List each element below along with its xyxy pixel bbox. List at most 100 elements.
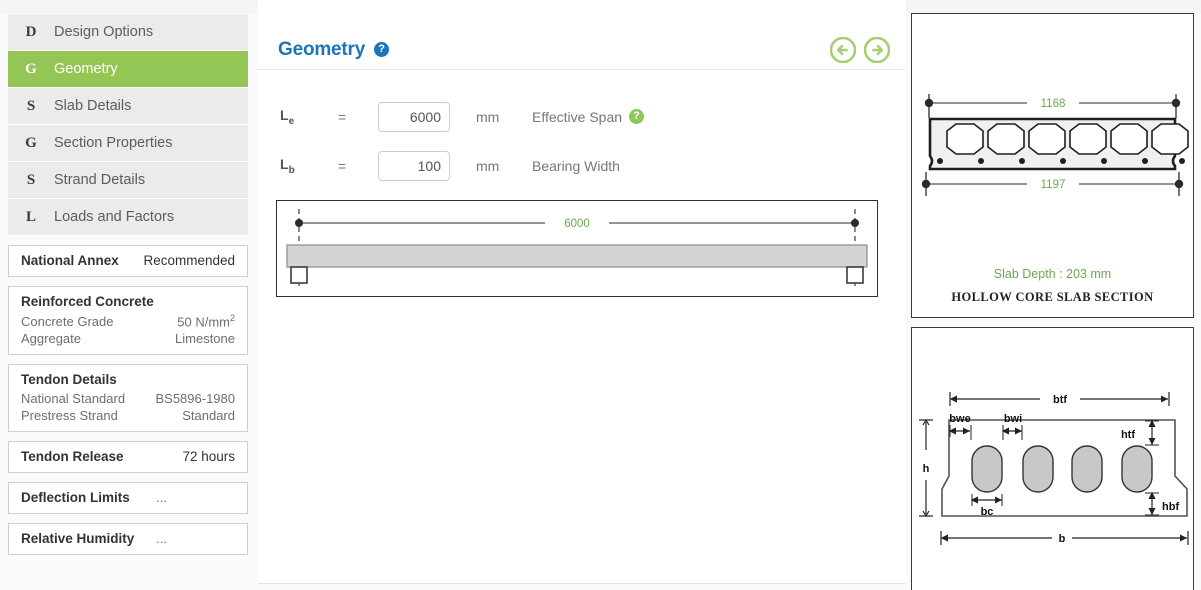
card-value: Recommended — [143, 253, 235, 268]
void — [1028, 123, 1066, 155]
card-value: ... — [156, 531, 167, 547]
beam-elevation-diagram: 6000 — [276, 200, 878, 297]
strand-dot — [1142, 158, 1148, 164]
card-title: Deflection Limits — [21, 490, 130, 506]
right-figures-column: 1168 1197 Slab Depth: 203 mm HOLLOW COR… — [911, 13, 1194, 590]
notation-diagram-svg: btf h bwe bwi bc htf hbf b — [919, 392, 1189, 545]
card-row-value: Standard — [182, 408, 235, 424]
void — [1022, 445, 1054, 493]
page-title: Geometry — [278, 38, 366, 60]
beam-elevation-svg: 6000 — [286, 209, 868, 289]
dim-dot-bottom-left — [921, 179, 931, 189]
bearing-width-input[interactable] — [378, 150, 450, 181]
field-description: Bearing Width — [532, 158, 620, 174]
card-row-key: Aggregate — [21, 331, 81, 347]
sidebar-item-label: Section Properties — [54, 135, 173, 151]
sidebar-item-section-properties[interactable]: G Section Properties — [8, 125, 248, 162]
label-bwe: bwe — [949, 413, 970, 425]
card-tendon-release[interactable]: Tendon Release 72 hours — [8, 441, 248, 474]
label-bc: bc — [981, 506, 994, 518]
dim-dot-top-right — [1171, 98, 1181, 108]
void — [1110, 123, 1148, 155]
notation-diagram-panel: btf h bwe bwi bc htf hbf b — [911, 327, 1194, 590]
card-value: ... — [156, 490, 167, 506]
top-dimension-label: 1168 — [1041, 98, 1066, 110]
card-value: 72 hours — [182, 449, 235, 465]
label-h: h — [923, 463, 930, 475]
sidebar-item-loads-and-factors[interactable]: L Loads and Factors — [8, 199, 248, 236]
card-row: National Standard BS5896-1980 — [21, 391, 235, 406]
sidebar-item-letter: L — [25, 208, 36, 225]
label-btf: btf — [1053, 394, 1067, 406]
arrow-right-circle-icon[interactable] — [864, 36, 890, 63]
field-symbol: Lb — [280, 155, 295, 176]
field-unit: mm — [476, 157, 500, 174]
card-row-value: 50 N/mm2 — [177, 313, 235, 330]
strand-dot — [1101, 158, 1107, 164]
void — [1121, 445, 1153, 493]
effective-span-input[interactable] — [378, 101, 450, 132]
void — [1069, 123, 1107, 155]
card-relative-humidity[interactable]: Relative Humidity ... — [8, 523, 248, 556]
sidebar-item-label: Design Options — [54, 24, 154, 40]
label-hbf: hbf — [1162, 501, 1179, 513]
hollow-core-slab-svg: 1168 1197 — [921, 94, 1189, 196]
sidebar-item-slab-details[interactable]: S Slab Details — [8, 88, 248, 125]
strand-dot — [1060, 158, 1066, 164]
card-row: Concrete Grade 50 N/mm2 — [21, 313, 235, 329]
label-b: b — [1059, 533, 1066, 545]
sidebar-item-strand-details[interactable]: S Strand Details — [8, 162, 248, 199]
card-deflection-limits[interactable]: Deflection Limits ... — [8, 482, 248, 515]
page-title-group: Geometry ? — [278, 38, 390, 61]
main-header: Geometry ? — [258, 0, 906, 70]
card-row: Prestress Strand Standard — [21, 408, 235, 423]
sidebar-item-label: Slab Details — [54, 98, 132, 114]
card-title: Reinforced Concrete — [21, 294, 154, 309]
sidebar-item-geometry[interactable]: G Geometry — [8, 51, 248, 88]
card-title: National Annex — [21, 253, 119, 268]
strand-dot — [978, 158, 984, 164]
strand-dot — [1019, 158, 1025, 164]
dim-dot-top-left — [924, 98, 934, 108]
void — [987, 123, 1025, 155]
help-circle-icon[interactable]: ? — [629, 109, 645, 124]
dimension-dot-left — [295, 219, 303, 227]
sidebar-item-letter: G — [25, 134, 37, 151]
sidebar-item-design-options[interactable]: D Design Options — [8, 14, 248, 51]
strand-dot — [937, 158, 943, 164]
sidebar-item-letter: S — [26, 97, 36, 114]
card-row-key: Prestress Strand — [21, 408, 118, 424]
field-row-bearing-width: Lb = mm Bearing Width — [280, 141, 906, 190]
superscript: 2 — [229, 313, 235, 323]
field-description-text: Bearing Width — [532, 157, 620, 174]
label-htf: htf — [1121, 429, 1135, 441]
support-left — [290, 266, 308, 284]
slab-depth-label: Slab Depth : 203 mm — [993, 267, 1112, 281]
card-national-annex[interactable]: National Annex Recommended — [8, 245, 248, 277]
sidebar-nav: D Design Options G Geometry S Slab Detai… — [8, 13, 248, 236]
card-row-value: Limestone — [175, 331, 235, 347]
void — [946, 123, 984, 155]
dim-dot-bottom-right — [1174, 179, 1184, 189]
card-reinforced-concrete[interactable]: Reinforced Concrete Concrete Grade 50 N/… — [8, 286, 248, 356]
card-title: Tendon Details — [21, 372, 117, 388]
card-row-key: National Standard — [21, 391, 126, 407]
sidebar-item-label: Geometry — [54, 61, 118, 77]
card-title: Tendon Release — [21, 449, 124, 465]
void — [1151, 123, 1189, 155]
field-row-effective-span: Le = mm Effective Span ? — [280, 92, 906, 141]
help-circle-icon[interactable]: ? — [374, 42, 390, 57]
strand-dot — [1179, 158, 1185, 164]
field-description: Effective Span ? — [532, 109, 645, 125]
arrow-left-circle-icon[interactable] — [830, 36, 856, 63]
card-row-key: Concrete Grade — [21, 314, 114, 330]
equals-sign: = — [338, 108, 347, 125]
hollow-core-slab-panel: 1168 1197 Slab Depth: 203 mm HOLLOW COR… — [911, 13, 1194, 318]
equals-sign: = — [338, 157, 347, 174]
sidebar-item-label: Strand Details — [54, 172, 146, 188]
navigation-arrows — [830, 36, 890, 63]
card-tendon-details[interactable]: Tendon Details National Standard BS5896-… — [8, 364, 248, 433]
card-row: Aggregate Limestone — [21, 331, 235, 346]
label-bwi: bwi — [1004, 413, 1022, 425]
sidebar-item-letter: S — [26, 171, 36, 188]
